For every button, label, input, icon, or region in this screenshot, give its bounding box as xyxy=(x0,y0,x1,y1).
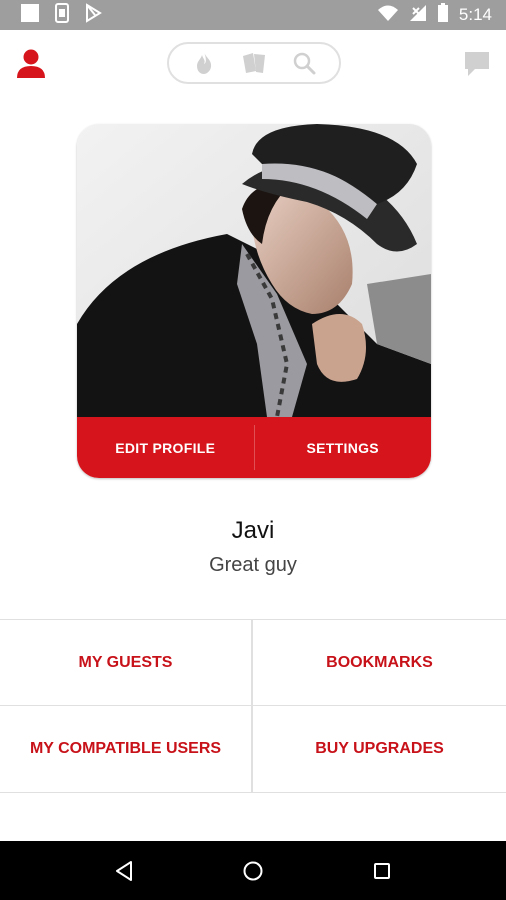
profile-name: Javi xyxy=(231,517,275,544)
search-icon[interactable] xyxy=(291,50,317,76)
back-icon[interactable] xyxy=(109,856,139,886)
app-bar xyxy=(0,30,506,98)
system-nav-bar xyxy=(0,841,506,900)
edit-profile-button[interactable]: EDIT PROFILE xyxy=(77,417,254,478)
chat-button[interactable] xyxy=(462,50,492,78)
my-guests-button[interactable]: MY GUESTS xyxy=(0,620,253,706)
recents-icon[interactable] xyxy=(367,856,397,886)
battery-icon xyxy=(437,2,449,28)
square-icon xyxy=(20,3,40,28)
signal-icon xyxy=(409,4,427,27)
bookmarks-button[interactable]: BOOKMARKS xyxy=(253,620,506,706)
flame-icon[interactable] xyxy=(191,50,217,76)
my-compatible-users-button[interactable]: MY COMPATIBLE USERS xyxy=(0,706,253,792)
cards-icon[interactable] xyxy=(241,50,267,76)
profile-card: EDIT PROFILE SETTINGS xyxy=(77,124,431,478)
profile-tab-button[interactable] xyxy=(16,48,46,80)
settings-button[interactable]: SETTINGS xyxy=(255,417,432,478)
sim-icon xyxy=(54,2,70,28)
home-icon[interactable] xyxy=(238,856,268,886)
buy-upgrades-button[interactable]: BUY UPGRADES xyxy=(253,706,506,792)
profile-tagline: Great guy xyxy=(209,554,297,576)
status-time: 5:14 xyxy=(458,5,492,24)
status-bar: 5:14 xyxy=(0,0,506,30)
card-actions: EDIT PROFILE SETTINGS xyxy=(77,417,431,478)
profile-photo[interactable] xyxy=(77,124,431,418)
profile-menu: MY GUESTS BOOKMARKS MY COMPATIBLE USERS … xyxy=(0,619,506,793)
play-store-icon xyxy=(84,2,102,28)
chat-icon xyxy=(462,52,492,82)
person-icon xyxy=(16,49,46,84)
discover-nav-pill xyxy=(167,42,341,84)
wifi-icon xyxy=(377,4,399,27)
